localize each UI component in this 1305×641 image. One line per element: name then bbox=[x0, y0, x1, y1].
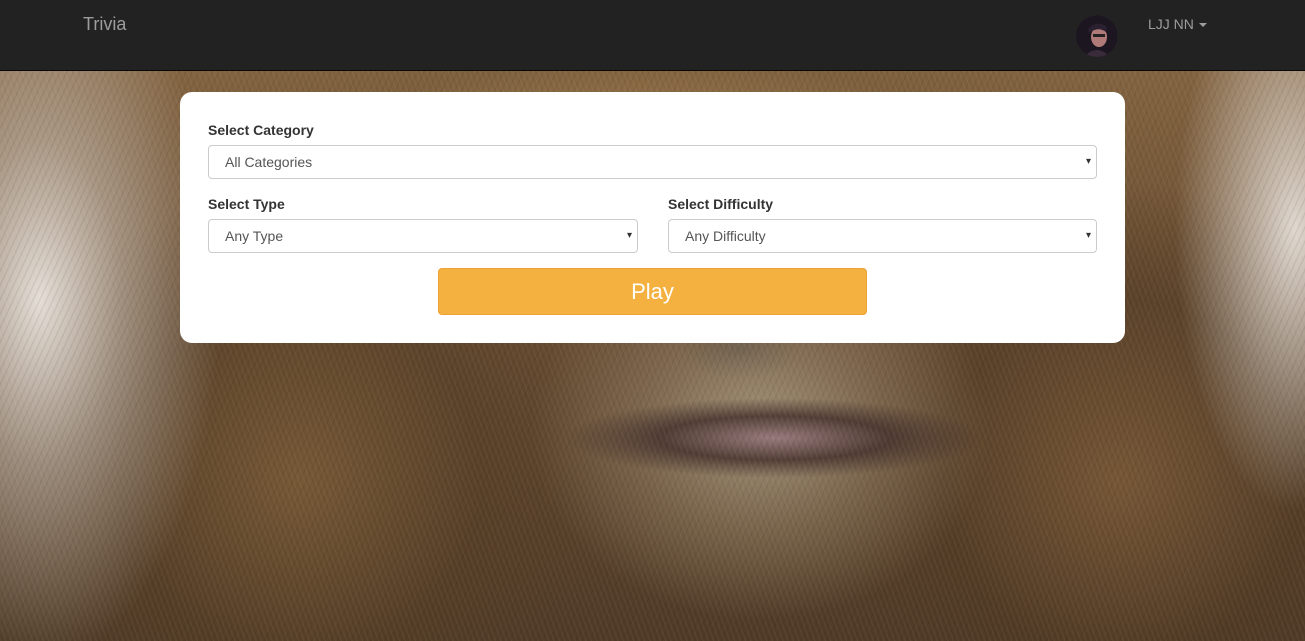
select-arrow-icon: ▾ bbox=[1085, 230, 1091, 241]
difficulty-select[interactable]: Any Difficulty ▾ bbox=[668, 219, 1097, 253]
select-arrow-icon: ▾ bbox=[626, 230, 632, 241]
brand-link[interactable]: Trivia bbox=[83, 14, 126, 35]
type-select-value: Any Type bbox=[225, 228, 284, 244]
quiz-settings-card: Select Category All Categories ▾ Select … bbox=[180, 92, 1125, 343]
user-name: LJJ NN bbox=[1148, 16, 1194, 32]
avatar-image bbox=[1076, 15, 1118, 57]
user-avatar[interactable] bbox=[1076, 15, 1118, 57]
caret-down-icon bbox=[1198, 22, 1207, 27]
play-button[interactable]: Play bbox=[438, 268, 867, 315]
user-menu-toggle[interactable]: LJJ NN bbox=[1148, 16, 1207, 32]
category-select[interactable]: All Categories ▾ bbox=[208, 145, 1097, 179]
category-select-value: All Categories bbox=[225, 154, 313, 170]
category-label: Select Category bbox=[208, 122, 314, 138]
difficulty-label: Select Difficulty bbox=[668, 196, 774, 212]
navbar: Trivia LJJ NN bbox=[0, 0, 1305, 71]
type-select[interactable]: Any Type ▾ bbox=[208, 219, 638, 253]
select-arrow-icon: ▾ bbox=[1085, 156, 1091, 167]
type-label: Select Type bbox=[208, 196, 285, 212]
difficulty-select-value: Any Difficulty bbox=[685, 228, 766, 244]
